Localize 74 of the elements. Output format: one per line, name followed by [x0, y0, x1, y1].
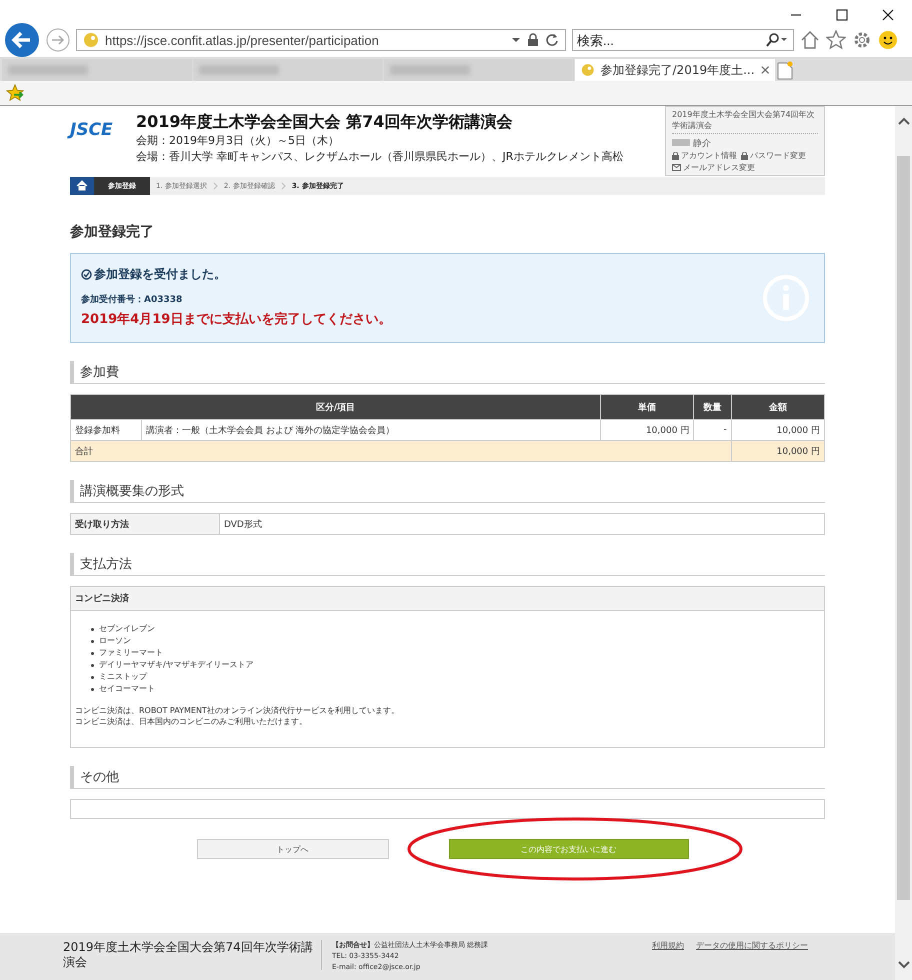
field-label: 受け取り方法 [70, 514, 220, 534]
section-heading: 講演概要集の形式 [70, 480, 825, 503]
url-text: https://jsce.confit.atlas.jp/presenter/participation [105, 32, 380, 48]
back-icon[interactable] [4, 22, 40, 58]
browser-tab[interactable]: 参加登録完了/2019年度土... [575, 59, 775, 81]
account-link[interactable]: パスワード変更 [741, 150, 806, 161]
home-icon[interactable] [70, 177, 94, 195]
bullet-icon [91, 652, 94, 654]
lock-icon [741, 152, 748, 160]
field-value: DVD形式 [220, 514, 824, 534]
store-name: セイコーマート [99, 683, 155, 695]
smiley-icon[interactable] [878, 30, 898, 50]
receipt-number: 参加受付番号：A03338 [81, 293, 184, 306]
section-heading: 参加費 [70, 361, 825, 384]
page-icon [83, 32, 99, 48]
section-heading: 支払方法 [70, 553, 825, 576]
maximize-icon[interactable] [836, 9, 848, 21]
conference-period: 会期：2019年9月3日（火）～5日（木） [136, 133, 339, 149]
chevron-icon [280, 182, 286, 190]
column-header: 金額 [731, 394, 824, 420]
bullet-icon [91, 664, 94, 666]
total-amount: 10,000 円 [731, 440, 824, 462]
page-title: 参加登録完了 [70, 223, 155, 241]
conference-venue: 会場：香川大学 幸町キャンパス、レクザムホール（香川県県民ホール）、JRホテルクレメント高松 [136, 149, 624, 165]
notice-heading: 参加登録を受付ました。 [94, 266, 226, 283]
section-heading: その他 [70, 766, 825, 789]
new-tab-icon[interactable] [776, 61, 794, 81]
store-name: ファミリーマート [99, 647, 163, 659]
mail-icon [672, 164, 681, 171]
column-header: 単価 [600, 394, 694, 420]
column-header: 数量 [694, 394, 732, 420]
bullet-icon [91, 688, 94, 690]
store-name: デイリーヤマザキ/ヤマザキデイリーストア [99, 659, 254, 671]
blurred-name [672, 139, 690, 146]
close-icon[interactable] [882, 9, 894, 21]
store-name: セブンイレブン [99, 623, 155, 635]
conference-title: 2019年度土木学会全国大会 第74回年次学術講演会 [136, 112, 512, 133]
store-name: ミニストップ [99, 671, 147, 683]
scrollbar-thumb[interactable] [897, 156, 910, 900]
total-label: 合計 [70, 440, 732, 462]
footer-title: 2019年度土木学会全国大会第74回年次学術講演会 [63, 940, 322, 970]
top-button[interactable]: トップへ [196, 839, 388, 859]
account-link[interactable]: メールアドレス変更 [672, 162, 755, 173]
payment-deadline: 2019年4月19日までに支払いを完了してください。 [81, 310, 392, 328]
search-field[interactable]: 検索... [572, 29, 794, 51]
column-header: 区分/項目 [70, 394, 601, 420]
chevron-icon [212, 182, 218, 190]
payment-method: コンビニ決済 [71, 587, 824, 611]
refresh-icon[interactable] [545, 33, 559, 47]
page-icon [581, 62, 595, 78]
scrollbar[interactable] [895, 106, 912, 980]
settings-icon[interactable] [852, 30, 872, 50]
event-name: 2019年度土木学会全国大会第74回年次学術講演会 [672, 109, 818, 134]
store-name: ローソン [99, 635, 131, 647]
dropdown-icon[interactable] [511, 35, 521, 45]
account-link[interactable]: アカウント情報 [672, 150, 737, 161]
payment-note: コンビニ決済は、日本国内のコンビニのみご利用いただけます。 [75, 716, 308, 727]
favorites-star-icon[interactable] [6, 84, 24, 102]
scroll-down-icon[interactable] [896, 960, 910, 970]
bullet-icon [91, 628, 94, 630]
bullet-icon [91, 640, 94, 642]
footer-link[interactable]: 利用規約 [652, 940, 684, 951]
user-name: 静介 [693, 138, 711, 150]
scroll-up-icon[interactable] [896, 116, 910, 126]
home-icon[interactable] [800, 30, 820, 50]
check-circle-icon [81, 269, 92, 280]
payment-note: コンビニ決済は、ROBOT PAYMENT社のオンライン決済代行サービスを利用しています。 [75, 705, 400, 716]
search-icon[interactable] [766, 33, 788, 47]
bullet-icon [91, 676, 94, 678]
address-bar[interactable]: https://jsce.confit.atlas.jp/presenter/participation [76, 29, 566, 51]
lock-icon [672, 152, 679, 160]
footer-link[interactable]: データの使用に関するポリシー [696, 940, 808, 951]
lock-icon [527, 33, 539, 47]
star-icon[interactable] [826, 30, 846, 50]
